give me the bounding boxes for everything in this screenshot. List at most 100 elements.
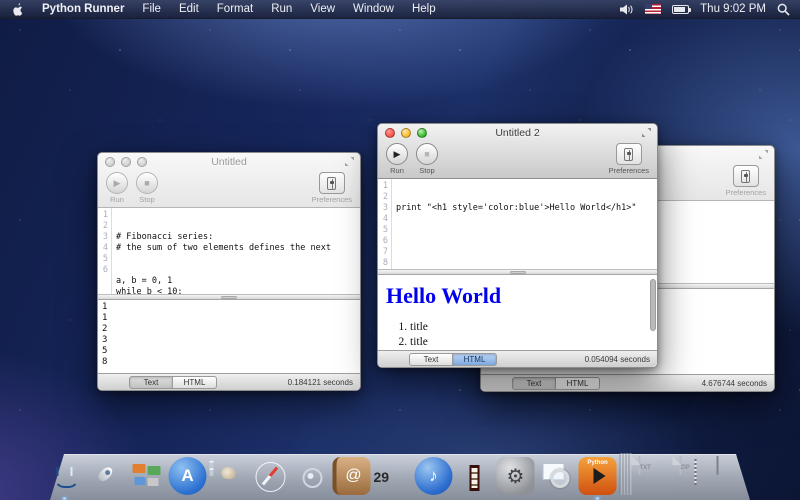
text-tab[interactable]: Text (512, 377, 556, 390)
code-editor[interactable]: 12 34 56 # Fibonacci series:# the sum of… (98, 208, 360, 294)
dock-item-system-preferences[interactable]: ⚙ (497, 457, 535, 495)
minimize-button[interactable] (401, 128, 411, 138)
preferences-button[interactable] (616, 143, 642, 165)
run-button[interactable]: ▶ (106, 172, 128, 194)
menu-edit[interactable]: Edit (170, 0, 208, 19)
minimize-button[interactable] (121, 157, 131, 167)
menu-view[interactable]: View (301, 0, 344, 19)
window-untitled-2: Untitled 2 ▶ Run ■ Stop Preferences 12 3… (377, 123, 658, 368)
dock-item-preview[interactable] (538, 457, 576, 495)
input-language-flag-icon[interactable] (645, 4, 661, 14)
title-bar[interactable]: Untitled 2 (378, 124, 657, 142)
run-icon: ▶ (114, 178, 121, 189)
battery-icon[interactable] (672, 5, 689, 14)
text-tab[interactable]: Text (409, 353, 453, 366)
close-button[interactable] (385, 128, 395, 138)
output-pane[interactable]: Hello World title title title title titl… (378, 275, 657, 350)
list-item: title (410, 336, 657, 348)
dock-item-zip-archive[interactable]: ZIP (676, 457, 714, 495)
menu-bar-clock[interactable]: Thu 9:02 PM (700, 3, 766, 15)
status-bar: Text HTML 0.184121 seconds (98, 373, 360, 390)
zoom-button[interactable] (137, 157, 147, 167)
python-runner-label: Python (579, 460, 617, 466)
spotlight-icon[interactable] (777, 3, 790, 16)
fullscreen-icon[interactable] (759, 150, 768, 159)
preferences-label: Preferences (726, 188, 766, 197)
stop-button[interactable]: ■ (136, 172, 158, 194)
dock-item-finder[interactable] (46, 457, 84, 495)
menu-help[interactable]: Help (403, 0, 445, 19)
preferences-button[interactable] (319, 172, 345, 194)
html-tab[interactable]: HTML (453, 353, 497, 366)
html-tab[interactable]: HTML (556, 377, 600, 390)
zoom-button[interactable] (417, 128, 427, 138)
close-button[interactable] (105, 157, 115, 167)
app-menu-python-runner[interactable]: Python Runner (33, 0, 133, 19)
preferences-label: Preferences (312, 195, 352, 204)
execution-time: 0.054094 seconds (585, 355, 650, 364)
dock-item-address-book[interactable]: @ (333, 457, 371, 495)
menu-run[interactable]: Run (262, 0, 301, 19)
dock-item-facetime[interactable] (292, 457, 330, 495)
text-output: 11 23 58 (98, 300, 360, 370)
python-runner-icon: Python (579, 457, 617, 495)
menu-format[interactable]: Format (208, 0, 262, 19)
line-number-gutter: 12 34 56 (98, 208, 112, 294)
dock-item-mail[interactable] (210, 457, 248, 495)
splitter-grip-icon (510, 271, 526, 274)
dock: A @ 29 ♪ ⚙ Python (0, 450, 800, 500)
title-bar[interactable]: Untitled (98, 153, 360, 171)
fullscreen-icon[interactable] (642, 128, 651, 137)
fullscreen-icon[interactable] (345, 157, 354, 166)
run-label: Run (110, 195, 124, 204)
stop-button[interactable]: ■ (416, 143, 438, 165)
html-tab[interactable]: HTML (173, 376, 217, 389)
preferences-label: Preferences (609, 166, 649, 175)
output-mode-segmented-control: Text HTML (512, 377, 600, 390)
execution-time: 4.676744 seconds (702, 379, 767, 388)
code-text[interactable]: print "<h1 style='color:blue'>Hello Worl… (392, 179, 657, 269)
html-output-list: title title title title title title (378, 321, 657, 350)
code-text[interactable]: # Fibonacci series:# the sum of two elem… (112, 208, 360, 294)
window-chrome: Untitled 2 ▶ Run ■ Stop Preferences (378, 124, 657, 179)
menu-bar: Python Runner File Edit Format Run View … (0, 0, 800, 19)
trash-icon (717, 456, 719, 475)
toolbar: ▶ Run ■ Stop Preferences (98, 171, 360, 207)
run-button[interactable]: ▶ (386, 143, 408, 165)
dock-item-itunes[interactable]: ♪ (415, 457, 453, 495)
dock-item-trash[interactable] (717, 457, 755, 495)
run-icon: ▶ (394, 149, 401, 160)
output-mode-segmented-control: Text HTML (129, 376, 217, 389)
menu-file[interactable]: File (133, 0, 170, 19)
output-pane[interactable]: 11 23 58 (98, 300, 360, 373)
apple-icon (12, 3, 23, 16)
dock-item-mission-control[interactable] (128, 457, 166, 495)
dock-item-app-store[interactable]: A (169, 457, 207, 495)
text-tab[interactable]: Text (129, 376, 173, 389)
dock-item-launchpad[interactable] (87, 457, 125, 495)
dock-item-safari[interactable] (251, 457, 289, 495)
preferences-icon (624, 148, 633, 161)
dock-separator (620, 453, 632, 495)
apple-menu[interactable] (0, 3, 33, 16)
code-editor[interactable]: 12 34 56 78 print "<h1 style='color:blue… (378, 179, 657, 269)
zip-archive-icon: ZIP (680, 456, 682, 475)
preferences-icon (327, 177, 336, 190)
volume-icon[interactable] (620, 4, 634, 15)
app-store-icon: A (169, 457, 207, 495)
preferences-button[interactable] (733, 165, 759, 187)
html-output-heading: Hello World (386, 283, 657, 309)
zipper-icon (695, 459, 697, 485)
txt-document-icon: TXT (639, 456, 641, 475)
play-icon (594, 468, 606, 484)
execution-time: 0.184121 seconds (288, 378, 353, 387)
dock-item-python-runner[interactable]: Python (579, 457, 617, 495)
dock-item-photo-booth[interactable] (456, 457, 494, 495)
toolbar: ▶ Run ■ Stop Preferences (378, 142, 657, 178)
scrollbar-thumb[interactable] (650, 279, 656, 331)
dock-item-txt-document[interactable]: TXT (635, 457, 673, 495)
stop-icon: ■ (424, 149, 429, 159)
dock-item-ical[interactable]: 29 (374, 457, 412, 495)
menu-window[interactable]: Window (344, 0, 403, 19)
line-number-gutter: 12 34 56 78 (378, 179, 392, 269)
